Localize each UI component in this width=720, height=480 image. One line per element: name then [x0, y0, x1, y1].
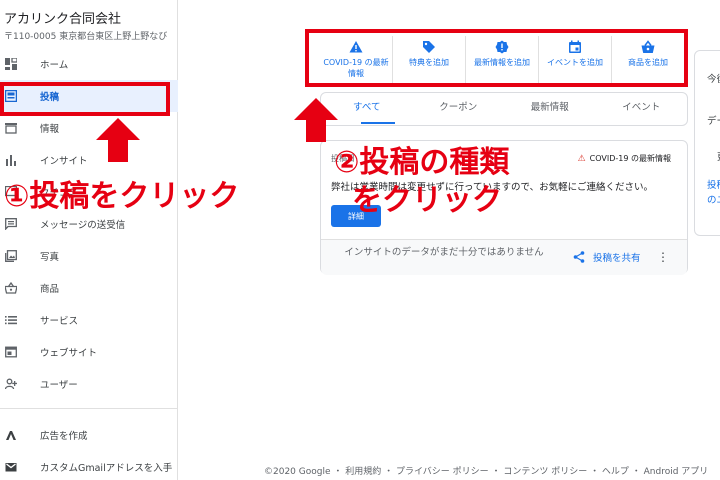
- right-panel-link[interactable]: のユ: [707, 192, 720, 206]
- sidebar-divider: [0, 408, 178, 409]
- annotation-step2-line1: ②投稿の種類: [334, 145, 510, 180]
- sidebar-item-label: ホーム: [40, 60, 69, 71]
- right-info-panel: 今後 デー 更 投稿 のユ: [694, 50, 720, 236]
- sidebar-item-label: 広告を作成: [40, 431, 88, 442]
- post-filter-tabs: すべて クーポン 最新情報 イベント: [320, 92, 688, 126]
- sidebar-item-create-ads[interactable]: 広告を作成: [0, 419, 178, 451]
- tab-events[interactable]: イベント: [596, 92, 688, 126]
- sidebar-item-services[interactable]: サービス: [0, 304, 178, 336]
- sidebar-item-info[interactable]: 情報: [0, 112, 178, 144]
- sidebar-item-label: カスタムGmailアドレスを入手: [40, 463, 173, 474]
- add-user-icon: [4, 377, 18, 391]
- sidebar-item-insights[interactable]: インサイト: [0, 144, 178, 176]
- website-icon: [4, 345, 18, 359]
- sidebar-item-users[interactable]: ユーザー: [0, 368, 178, 400]
- sidebar-item-label: 情報: [40, 124, 60, 135]
- basket-icon: [4, 281, 18, 295]
- sidebar-item-label: メッセージの送受信: [40, 220, 126, 231]
- sidebar-item-label: ユーザー: [40, 380, 78, 391]
- ads-icon: [4, 428, 18, 442]
- sidebar-item-products[interactable]: 商品: [0, 272, 178, 304]
- sidebar-item-label: 写真: [40, 252, 60, 263]
- message-icon: [4, 217, 18, 231]
- sidebar-item-photos[interactable]: 写真: [0, 240, 178, 272]
- sidebar-item-home[interactable]: ホーム: [0, 48, 178, 80]
- sidebar-item-label: インサイト: [40, 156, 88, 167]
- page-footer: ©2020 Google ・ 利用規約 ・ プライバシー ポリシー ・ コンテン…: [264, 467, 709, 477]
- post-card-footer: インサイトのデータがまだ十分ではありません 投稿を共有 ⋮: [321, 239, 687, 275]
- business-name: アカリンク合同会社: [4, 12, 122, 27]
- annotation-arrow-up-icon: [294, 98, 338, 142]
- sidebar-item-label: サービス: [40, 316, 79, 327]
- more-vert-icon[interactable]: ⋮: [657, 250, 669, 264]
- sidebar-item-label: 商品: [40, 284, 60, 295]
- tab-updates[interactable]: 最新情報: [504, 92, 596, 126]
- sidebar-item-label: ウェブサイト: [40, 348, 98, 359]
- sidebar-item-gmail[interactable]: カスタムGmailアドレスを入手: [0, 451, 178, 480]
- right-panel-text: 今後: [707, 74, 720, 85]
- share-post-button[interactable]: 投稿を共有: [573, 250, 641, 264]
- photo-icon: [4, 249, 18, 263]
- dashboard-icon: [4, 57, 18, 71]
- annotation-box-post-types: [305, 29, 688, 87]
- business-address: 〒110-0005 東京都台東区上野上野なび: [4, 32, 168, 42]
- annotation-step1: ①投稿をクリック: [4, 179, 240, 214]
- share-icon: [573, 251, 585, 263]
- share-post-label: 投稿を共有: [593, 253, 641, 264]
- store-icon: [4, 121, 18, 135]
- bar-chart-icon: [4, 153, 18, 167]
- annotation-arrow-up-icon: [96, 118, 140, 162]
- covid-badge: ⚠ COVID-19 の最新情報: [578, 153, 671, 164]
- right-panel-text: デー: [707, 116, 720, 127]
- list-icon: [4, 313, 18, 327]
- gmail-icon: [4, 460, 18, 474]
- covid-badge-label: COVID-19 の最新情報: [589, 154, 671, 163]
- right-panel-link[interactable]: 投稿: [707, 177, 720, 191]
- insight-message: インサイトのデータがまだ十分ではありません: [344, 247, 544, 258]
- annotation-step2-line2: をクリック: [352, 183, 502, 218]
- sidebar-item-website[interactable]: ウェブサイト: [0, 336, 178, 368]
- warning-icon: ⚠: [577, 153, 586, 164]
- tab-coupons[interactable]: クーポン: [413, 92, 505, 126]
- sidebar: アカリンク合同会社 〒110-0005 東京都台東区上野上野なび ホーム 投稿 …: [0, 0, 178, 480]
- annotation-box-posts: [0, 82, 170, 116]
